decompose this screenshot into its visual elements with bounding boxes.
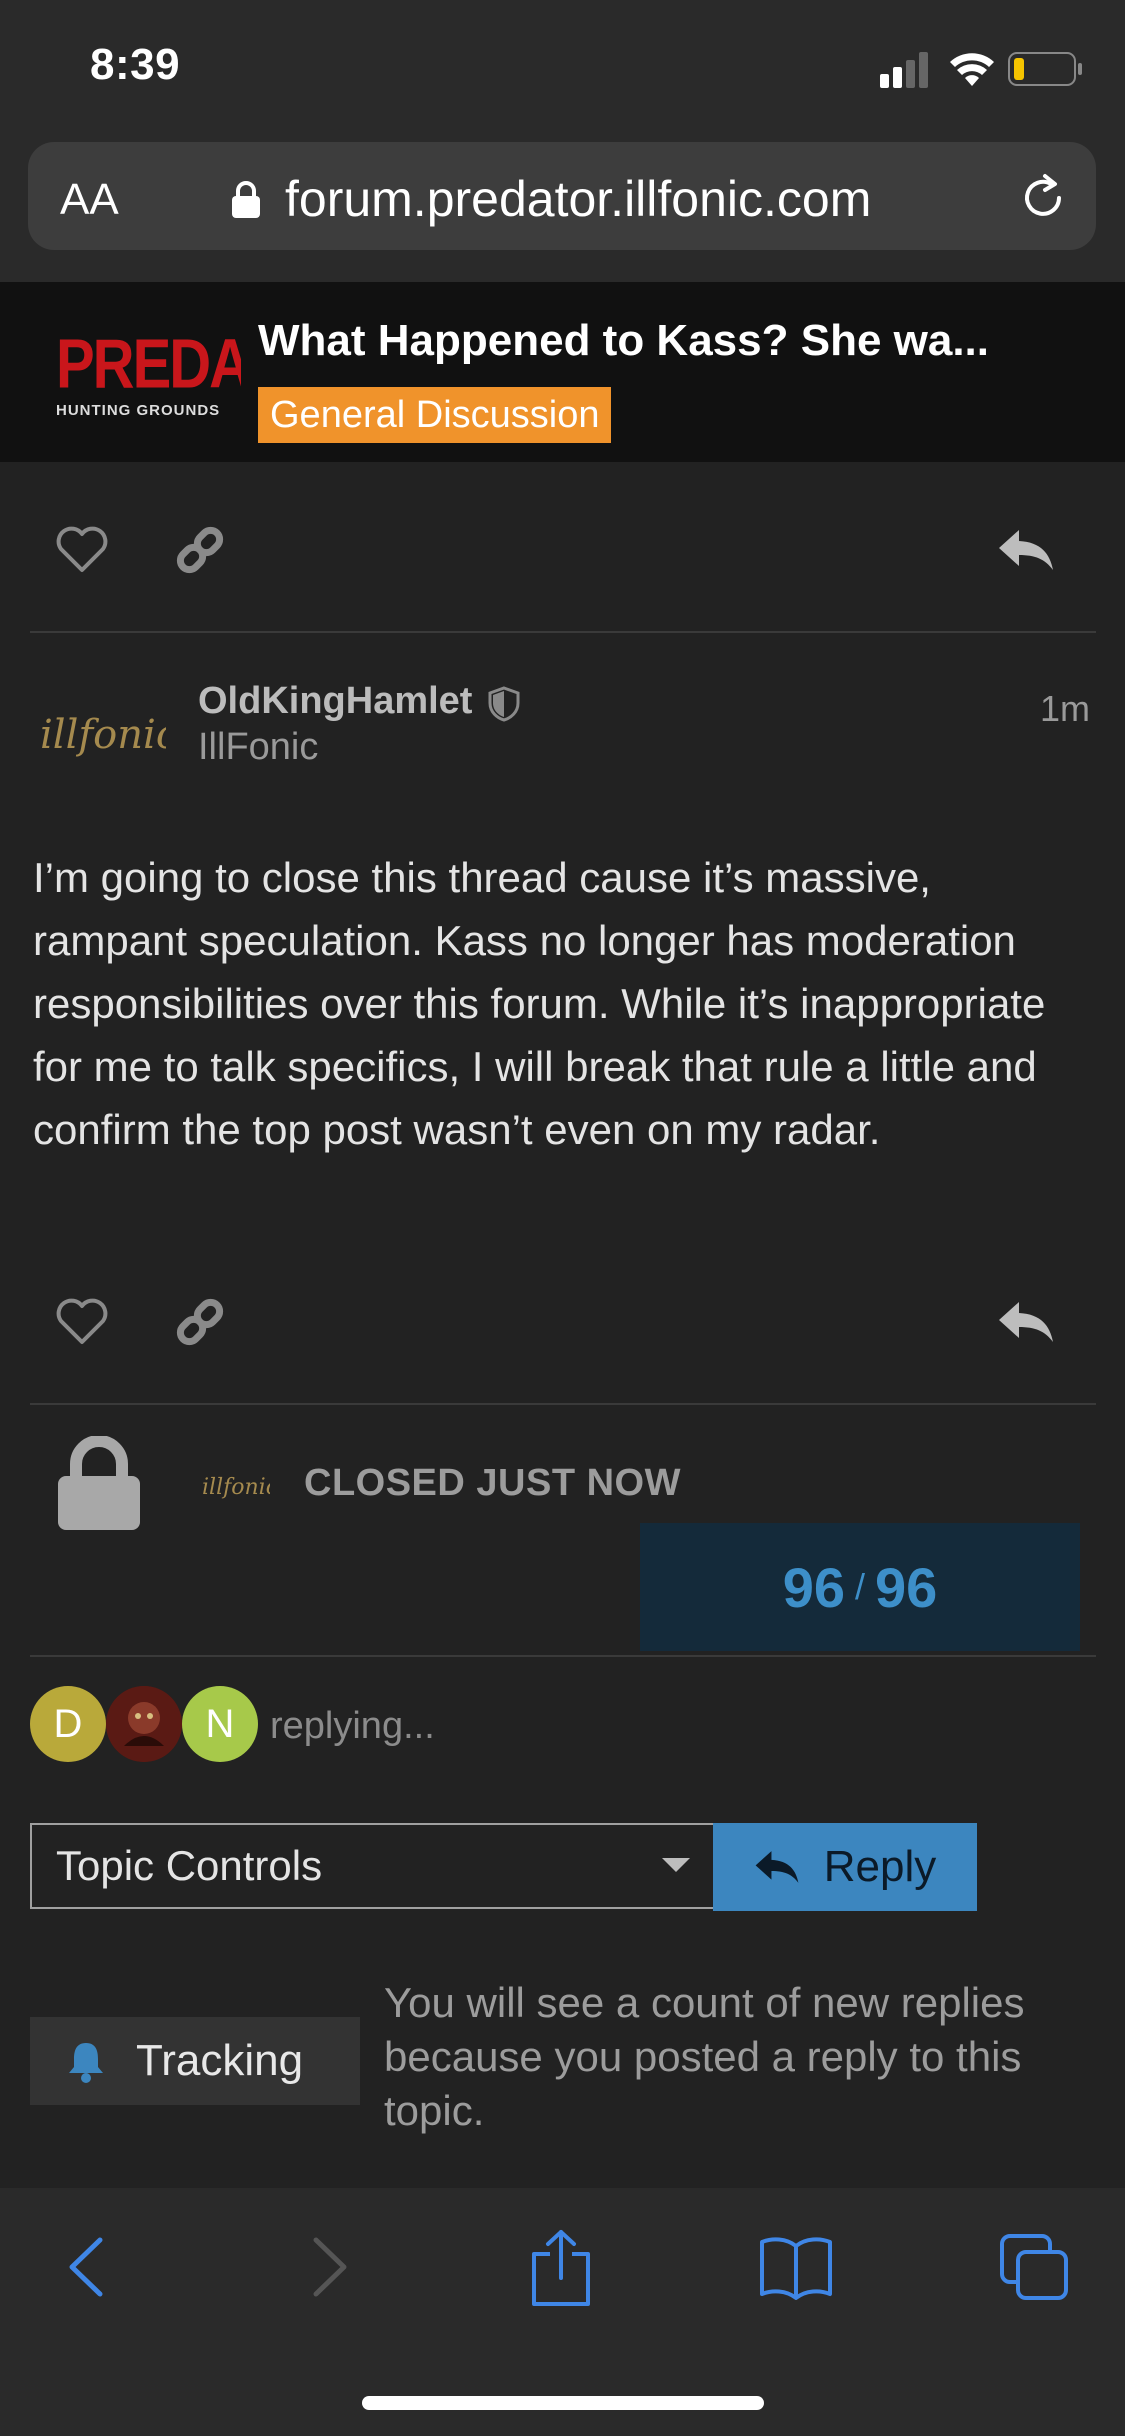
bookmarks-icon[interactable]	[758, 2234, 834, 2300]
reply-button[interactable]: Reply	[713, 1823, 977, 1911]
closed-notice-text: CLOSED JUST NOW	[304, 1462, 681, 1504]
post-divider	[30, 631, 1096, 633]
link-icon	[176, 1298, 224, 1346]
reply-arrow-icon	[999, 530, 1053, 570]
tracking-button[interactable]: Tracking	[30, 2017, 360, 2105]
status-time: 8:39	[90, 40, 181, 89]
tracking-description: You will see a count of new replies beca…	[384, 1979, 1025, 2134]
secure-lock-icon	[232, 181, 260, 218]
forward-icon[interactable]	[306, 2236, 352, 2298]
text-size-label: AA	[60, 175, 119, 224]
share-icon[interactable]	[528, 2228, 594, 2308]
closed-lock-icon	[58, 1436, 140, 1530]
home-indicator[interactable]	[362, 2396, 764, 2410]
text-size-button[interactable]: AA	[60, 175, 119, 225]
back-icon[interactable]	[64, 2236, 110, 2298]
logo-subtext: HUNTING GROUNDS	[56, 402, 221, 419]
replying-avatar[interactable]	[106, 1686, 182, 1762]
reply-arrow-icon	[755, 1851, 799, 1883]
wifi-icon	[950, 53, 994, 86]
bell-icon	[69, 2043, 103, 2083]
avatar-letter: D	[53, 1701, 83, 1746]
post-username[interactable]: OldKingHamlet	[198, 680, 472, 723]
topic-title[interactable]: What Happened to Kass? She wa...	[258, 316, 1108, 366]
tabs-icon[interactable]	[998, 2232, 1070, 2302]
user-avatar[interactable]: illfonic	[36, 692, 166, 772]
reply-button-label: Reply	[823, 1842, 937, 1891]
like-button[interactable]	[52, 1292, 112, 1352]
link-icon	[176, 526, 224, 574]
url-text[interactable]: forum.predator.illfonic.com	[285, 170, 871, 228]
replying-avatar[interactable]: D	[30, 1686, 106, 1762]
progress-current: 96	[782, 1555, 845, 1619]
post-body: I’m going to close this thread cause it’…	[33, 854, 1046, 1153]
topic-progress[interactable]: 96 / 96	[640, 1523, 1080, 1651]
share-link-button[interactable]	[170, 520, 230, 580]
closer-avatar[interactable]: illfonic	[200, 1462, 270, 1508]
topic-controls-label: Topic Controls	[56, 1842, 323, 1889]
reply-post-button[interactable]	[996, 1292, 1056, 1352]
signal-icon	[880, 52, 928, 88]
reply-post-button[interactable]	[996, 520, 1056, 580]
category-badge[interactable]: General Discussion	[258, 387, 612, 443]
heart-icon	[56, 526, 108, 572]
progress-total: 96	[875, 1555, 938, 1619]
replying-avatar[interactable]: N	[182, 1686, 258, 1762]
avatar-image	[106, 1686, 182, 1762]
topic-controls-dropdown[interactable]: Topic Controls	[30, 1823, 716, 1909]
post-user-title: IllFonic	[198, 726, 319, 768]
moderator-shield-icon	[488, 686, 520, 722]
site-logo[interactable]: PREDATOR HUNTING GROUNDS	[56, 330, 241, 420]
progress-separator: /	[854, 1566, 865, 1607]
heart-icon	[56, 1298, 108, 1344]
replying-indicator: replying...	[270, 1705, 435, 1747]
reply-arrow-icon	[999, 1302, 1053, 1342]
battery-icon	[1008, 52, 1082, 86]
chevron-down-icon	[662, 1858, 690, 1872]
post-time[interactable]: 1m	[1040, 688, 1090, 730]
like-button[interactable]	[52, 520, 112, 580]
reload-icon[interactable]	[1015, 170, 1071, 226]
progress-divider	[30, 1655, 1096, 1657]
avatar-letter: N	[205, 1701, 235, 1746]
tracking-label: Tracking	[136, 2036, 304, 2085]
post-divider	[30, 1403, 1096, 1405]
closer-avatar-text: illfonic	[202, 1475, 270, 1500]
logo-text: PREDATOR	[56, 330, 241, 400]
share-link-button[interactable]	[170, 1292, 230, 1352]
avatar-logo-text: illfonic	[40, 712, 166, 758]
